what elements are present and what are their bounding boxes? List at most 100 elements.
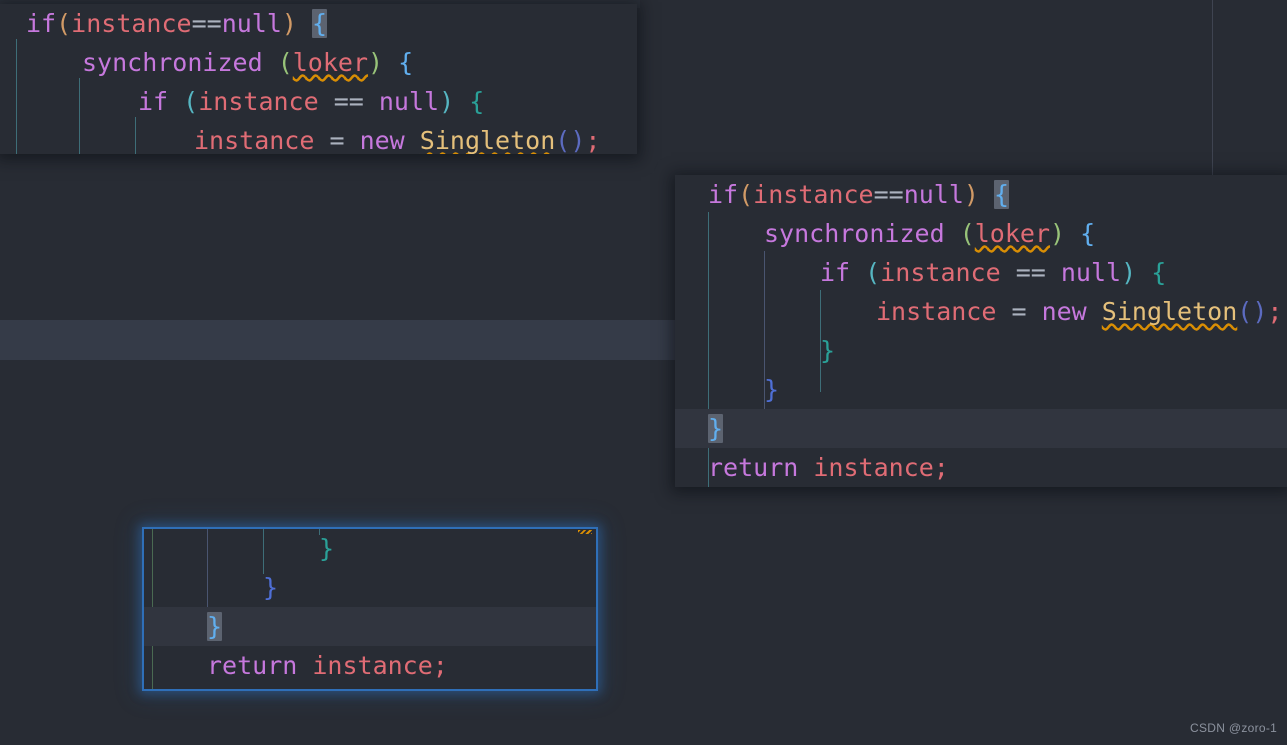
code-line: synchronized (loker) { <box>0 43 637 82</box>
code-token: ; <box>933 453 949 482</box>
code-line: } <box>675 370 1287 409</box>
code-token: ) <box>368 48 384 77</box>
code-token: } <box>207 612 223 641</box>
code-token: loker <box>292 48 369 77</box>
code-lines: }}} return instance; <box>144 529 596 685</box>
code-token: ( <box>183 87 199 116</box>
code-token: Singleton <box>1101 297 1238 326</box>
code-token: } <box>708 414 724 443</box>
code-token: == <box>318 87 379 116</box>
code-line: } <box>144 607 596 646</box>
code-token: ) <box>1121 258 1137 287</box>
code-token: instance <box>880 258 1001 287</box>
code-token: ) <box>439 87 455 116</box>
code-token: synchronized <box>764 219 945 248</box>
code-token: ( <box>277 48 293 77</box>
code-line: instance = new Singleton(); <box>675 292 1287 331</box>
code-token: () <box>555 126 586 154</box>
right-margin-guide <box>1212 0 1213 178</box>
code-token: ( <box>865 258 881 287</box>
code-line: return instance; <box>675 448 1287 487</box>
code-line: return instance; <box>144 646 596 685</box>
code-token: instance <box>813 453 934 482</box>
code-token: ) <box>963 180 979 209</box>
code-lines: if(instance==null) {synchronized (loker)… <box>675 175 1287 487</box>
code-token: } <box>263 573 279 602</box>
code-token: loker <box>974 219 1051 248</box>
watermark-text: CSDN @zoro-1 <box>1190 721 1278 735</box>
code-token: { <box>1151 258 1167 287</box>
code-token: } <box>319 534 335 563</box>
code-token: synchronized <box>82 48 263 77</box>
code-token: { <box>398 48 414 77</box>
code-token: ) <box>1050 219 1066 248</box>
code-token: if <box>26 9 57 38</box>
code-token: == <box>873 180 904 209</box>
code-line: } <box>675 331 1287 370</box>
code-line: if (instance == null) { <box>675 253 1287 292</box>
code-lines: if(instance==null) {synchronized (loker)… <box>0 4 637 154</box>
code-token: () <box>1237 297 1268 326</box>
code-token: instance <box>71 9 192 38</box>
code-token: instance <box>312 651 433 680</box>
code-token: { <box>312 9 328 38</box>
code-token: instance <box>194 126 315 154</box>
code-token: } <box>764 375 780 404</box>
code-line: instance = new Singleton(); <box>0 121 637 154</box>
code-token: ( <box>738 180 754 209</box>
code-token: = <box>314 126 360 154</box>
code-token: instance <box>753 180 874 209</box>
code-token: ; <box>585 126 601 154</box>
code-token: return <box>708 453 799 482</box>
code-token: ( <box>56 9 72 38</box>
code-token: = <box>996 297 1042 326</box>
code-line: if(instance==null) { <box>0 4 637 43</box>
code-line: synchronized (loker) { <box>675 214 1287 253</box>
code-line: if(instance==null) { <box>675 175 1287 214</box>
code-token: ; <box>1267 297 1283 326</box>
code-snippet-top-left[interactable]: if(instance==null) {synchronized (loker)… <box>0 4 637 154</box>
code-line: } <box>144 568 596 607</box>
code-token: == <box>1000 258 1061 287</box>
code-line: } <box>675 409 1287 448</box>
code-token: == <box>191 9 222 38</box>
code-token: } <box>820 336 836 365</box>
code-token: ( <box>959 219 975 248</box>
code-token: ) <box>281 9 297 38</box>
code-token: if <box>138 87 169 116</box>
code-token: if <box>820 258 851 287</box>
code-token: { <box>994 180 1010 209</box>
code-token: Singleton <box>419 126 556 154</box>
code-token: null <box>1060 258 1122 287</box>
code-token: null <box>903 180 964 209</box>
code-token: { <box>1080 219 1096 248</box>
code-token: { <box>469 87 485 116</box>
code-token: instance <box>876 297 997 326</box>
code-token: null <box>221 9 282 38</box>
code-token: return <box>207 651 298 680</box>
code-line: } <box>144 529 596 568</box>
code-token: ; <box>432 651 448 680</box>
code-token: new <box>1041 297 1087 326</box>
code-snippet-bottom-left[interactable]: }}} return instance; <box>142 527 598 691</box>
code-snippet-right[interactable]: if(instance==null) {synchronized (loker)… <box>675 175 1287 487</box>
code-token: if <box>708 180 739 209</box>
code-token: null <box>378 87 440 116</box>
code-line: if (instance == null) { <box>0 82 637 121</box>
code-token: instance <box>198 87 319 116</box>
code-token: new <box>359 126 405 154</box>
